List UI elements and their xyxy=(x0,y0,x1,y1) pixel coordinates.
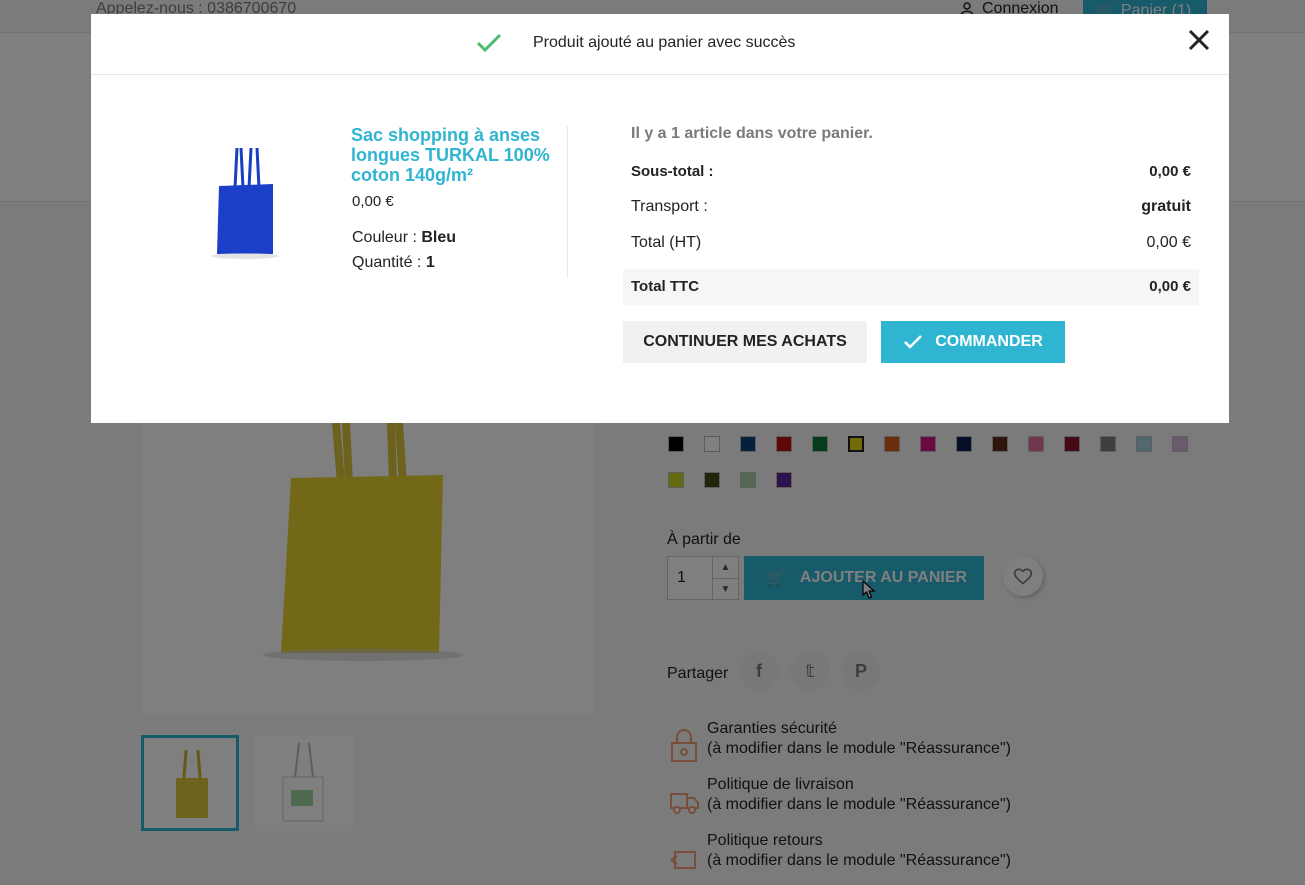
color-label: Couleur : xyxy=(352,229,417,246)
modal-header: Produit ajouté au panier avec succès xyxy=(91,14,1229,75)
shipping-label: Transport : xyxy=(631,198,708,215)
add-to-cart-modal: Produit ajouté au panier avec succès Sac… xyxy=(91,14,1229,423)
total-ttc-row: Total TTC 0,00 € xyxy=(623,269,1199,305)
modal-title: Produit ajouté au panier avec succès xyxy=(533,34,796,51)
check-icon xyxy=(904,335,923,349)
divider xyxy=(567,126,568,278)
modal-product-quantity: Quantité : 1 xyxy=(352,254,435,272)
blue-bag-image xyxy=(211,147,279,259)
check-icon xyxy=(476,33,502,53)
quantity-label: Quantité : xyxy=(352,254,422,271)
quantity-value: 1 xyxy=(425,254,435,271)
checkout-button[interactable]: COMMANDER xyxy=(881,321,1065,363)
close-icon[interactable] xyxy=(1188,29,1210,51)
color-value: Bleu xyxy=(421,229,457,246)
modal-product-image xyxy=(171,126,321,276)
total-ttc-value: 0,00 € xyxy=(1149,278,1191,295)
modal-product-color: Couleur : Bleu xyxy=(352,229,456,247)
subtotal-value: 0,00 € xyxy=(1149,163,1191,180)
subtotal-label: Sous-total : xyxy=(631,163,714,180)
modal-product-price: 0,00 € xyxy=(352,193,394,210)
shipping-value: gratuit xyxy=(1141,198,1191,215)
total-ht-value: 0,00 € xyxy=(1146,234,1191,251)
cart-item-count: Il y a 1 article dans votre panier. xyxy=(631,125,873,142)
total-ttc-label: Total TTC xyxy=(631,278,700,295)
checkout-label: COMMANDER xyxy=(935,333,1043,350)
continue-shopping-button[interactable]: CONTINUER MES ACHATS xyxy=(623,321,867,363)
subtotal-row: Sous-total : 0,00 € xyxy=(631,163,1191,180)
modal-product-name: Sac shopping à anses longues TURKAL 100%… xyxy=(351,125,550,185)
total-ht-label: Total (HT) xyxy=(631,234,702,251)
total-ht-row: Total (HT) 0,00 € xyxy=(631,234,1191,252)
shipping-row: Transport : gratuit xyxy=(631,198,1191,216)
